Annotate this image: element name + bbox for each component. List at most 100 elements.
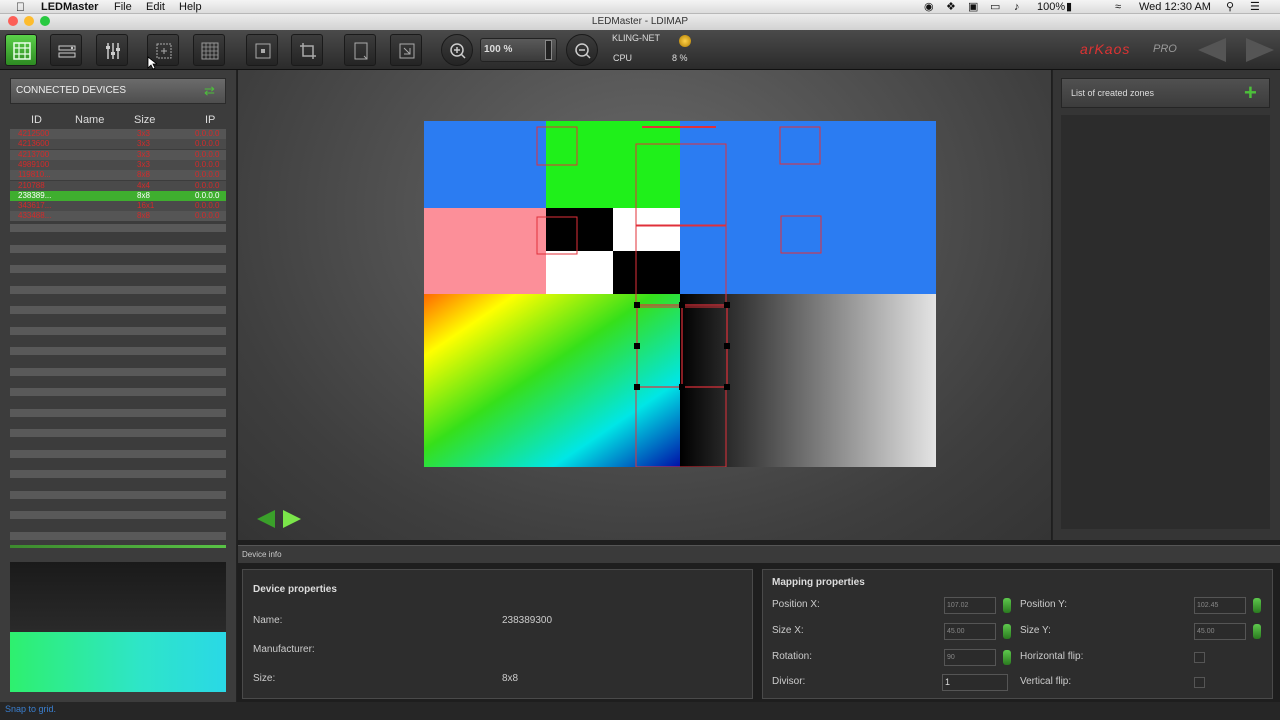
device-row[interactable]: 119810... 8x8 0.0.0.0 bbox=[10, 170, 226, 181]
spotlight-icon[interactable]: ⚲ bbox=[1226, 0, 1234, 14]
led-mapping-mode-button[interactable] bbox=[5, 34, 37, 66]
position-x-stepper[interactable] bbox=[1003, 598, 1011, 613]
zoom-out-button[interactable] bbox=[566, 34, 598, 66]
size-x-label: Size X: bbox=[772, 625, 804, 636]
column-id[interactable]: ID bbox=[31, 114, 42, 126]
zones-list[interactable] bbox=[1061, 115, 1270, 529]
airplay-icon[interactable]: ▭ bbox=[990, 0, 1000, 14]
device-row[interactable]: 238389... 8x8 0.0.0.0 bbox=[10, 190, 226, 201]
device-list-scrollbar[interactable] bbox=[10, 545, 226, 548]
handle-7[interactable] bbox=[679, 384, 685, 390]
column-size[interactable]: Size bbox=[134, 114, 155, 126]
mapping-properties-title: Mapping properties bbox=[772, 577, 865, 588]
record-icon[interactable]: ◉ bbox=[924, 0, 934, 14]
device-properties-title: Device properties bbox=[253, 584, 337, 595]
horizontal-flip-label: Horizontal flip: bbox=[1020, 651, 1084, 662]
horizontal-flip-checkbox[interactable] bbox=[1194, 652, 1205, 663]
handle-1[interactable] bbox=[634, 302, 640, 308]
device-row[interactable]: 4213600 3x3 0.0.0.0 bbox=[10, 139, 226, 150]
zoom-slider-handle[interactable] bbox=[545, 40, 552, 60]
device-row[interactable]: 4989100 3x3 0.0.0.0 bbox=[10, 159, 226, 170]
empty-row bbox=[10, 408, 226, 417]
vertical-flip-checkbox[interactable] bbox=[1194, 677, 1205, 688]
crop-button[interactable] bbox=[291, 34, 323, 66]
rotation-field[interactable]: 90 bbox=[944, 649, 996, 666]
device-cell-size: 3x3 bbox=[137, 129, 150, 138]
size-y-label: Size Y: bbox=[1020, 625, 1051, 636]
empty-row bbox=[10, 265, 226, 273]
handle-5[interactable] bbox=[724, 343, 730, 349]
empty-row bbox=[10, 224, 226, 232]
device-row[interactable]: 4213700 3x3 0.0.0.0 bbox=[10, 149, 226, 160]
snap-icon bbox=[255, 43, 271, 59]
zoom-in-button[interactable] bbox=[441, 34, 473, 66]
zoom-window-button[interactable] bbox=[40, 16, 50, 26]
menu-edit[interactable]: Edit bbox=[146, 0, 165, 14]
fit-button[interactable] bbox=[344, 34, 376, 66]
device-cell-ip: 0.0.0.0 bbox=[195, 211, 220, 221]
close-window-button[interactable] bbox=[8, 16, 18, 26]
refresh-devices-icon[interactable]: ⇄ bbox=[204, 84, 222, 98]
handle-3[interactable] bbox=[724, 302, 730, 308]
handle-8[interactable] bbox=[724, 384, 730, 390]
device-cell-size: 3x3 bbox=[137, 159, 150, 169]
snap-button[interactable] bbox=[246, 34, 278, 66]
add-zone-plus-icon[interactable]: + bbox=[1244, 80, 1257, 106]
lock-icon[interactable]: ▣ bbox=[968, 0, 978, 14]
menu-help[interactable]: Help bbox=[179, 0, 202, 14]
column-ip[interactable]: IP bbox=[205, 114, 215, 126]
position-y-label: Position Y: bbox=[1020, 599, 1068, 610]
menu-file[interactable]: File bbox=[114, 0, 132, 14]
device-cell-ip: 0.0.0.0 bbox=[195, 149, 220, 159]
checker-4 bbox=[613, 251, 680, 294]
device-list-button[interactable] bbox=[50, 34, 82, 66]
handle-2[interactable] bbox=[679, 302, 685, 308]
device-row[interactable]: 210788 4x4 0.0.0.0 bbox=[10, 180, 226, 191]
handle-6[interactable] bbox=[634, 384, 640, 390]
device-properties-panel: Device properties Name: 238389300 Manufa… bbox=[242, 569, 753, 699]
apple-icon[interactable]:  bbox=[16, 0, 25, 14]
grid-dense-icon bbox=[201, 42, 219, 60]
clock[interactable]: Wed 12:30 AM bbox=[1139, 0, 1211, 14]
size-x-stepper[interactable] bbox=[1003, 624, 1011, 639]
wifi-icon[interactable]: ≈ bbox=[1115, 0, 1121, 14]
device-row[interactable]: 4212500 3x3 0.0.0.0 bbox=[10, 129, 226, 139]
empty-row bbox=[10, 429, 226, 437]
dropbox-icon[interactable]: ❖ bbox=[946, 0, 956, 14]
right-arrow-icon[interactable] bbox=[283, 510, 301, 528]
position-x-field[interactable]: 107.02 bbox=[944, 597, 996, 614]
device-row[interactable]: 343617... 16x1 0.0.0.0 bbox=[10, 201, 226, 212]
size-y-stepper[interactable] bbox=[1253, 624, 1261, 639]
mapping-canvas[interactable] bbox=[424, 121, 936, 467]
settings-mixer-button[interactable] bbox=[96, 34, 128, 66]
grid-button[interactable] bbox=[193, 34, 225, 66]
position-y-field[interactable]: 102.45 bbox=[1194, 597, 1246, 614]
fill-button[interactable] bbox=[390, 34, 422, 66]
next-arrow-icon[interactable] bbox=[1246, 38, 1274, 62]
previous-arrow-icon[interactable] bbox=[1198, 38, 1226, 62]
size-y-field[interactable]: 45.00 bbox=[1194, 623, 1246, 640]
position-y-stepper[interactable] bbox=[1253, 598, 1261, 613]
handle-4[interactable] bbox=[634, 343, 640, 349]
protocol-label: KLING-NET bbox=[612, 33, 661, 43]
left-arrow-icon[interactable] bbox=[257, 510, 275, 528]
minimize-window-button[interactable] bbox=[24, 16, 34, 26]
device-cell-ip: 0.0.0.0 bbox=[195, 190, 220, 200]
zoom-in-icon bbox=[450, 43, 466, 59]
rotation-stepper[interactable] bbox=[1003, 650, 1011, 665]
column-name[interactable]: Name bbox=[75, 114, 104, 126]
crop-icon bbox=[300, 43, 316, 59]
volume-icon[interactable]: ♪ bbox=[1014, 0, 1020, 14]
notification-center-icon[interactable]: ☰ bbox=[1250, 0, 1260, 14]
size-x-field[interactable]: 45.00 bbox=[944, 623, 996, 640]
fit-icon bbox=[354, 42, 368, 60]
rotation-label: Rotation: bbox=[772, 651, 813, 662]
divisor-field[interactable]: 1 bbox=[942, 674, 1008, 691]
battery-icon[interactable]: ▮ bbox=[1066, 0, 1072, 14]
device-cell-ip: 0.0.0.0 bbox=[195, 129, 220, 138]
device-cell-id: 119810... bbox=[18, 170, 51, 180]
app-menu[interactable]: LEDMaster bbox=[41, 0, 98, 14]
device-row[interactable]: 433488... 8x8 0.0.0.0 bbox=[10, 211, 226, 222]
device-cell-ip: 0.0.0.0 bbox=[195, 180, 220, 190]
device-cell-size: 8x8 bbox=[137, 190, 150, 200]
